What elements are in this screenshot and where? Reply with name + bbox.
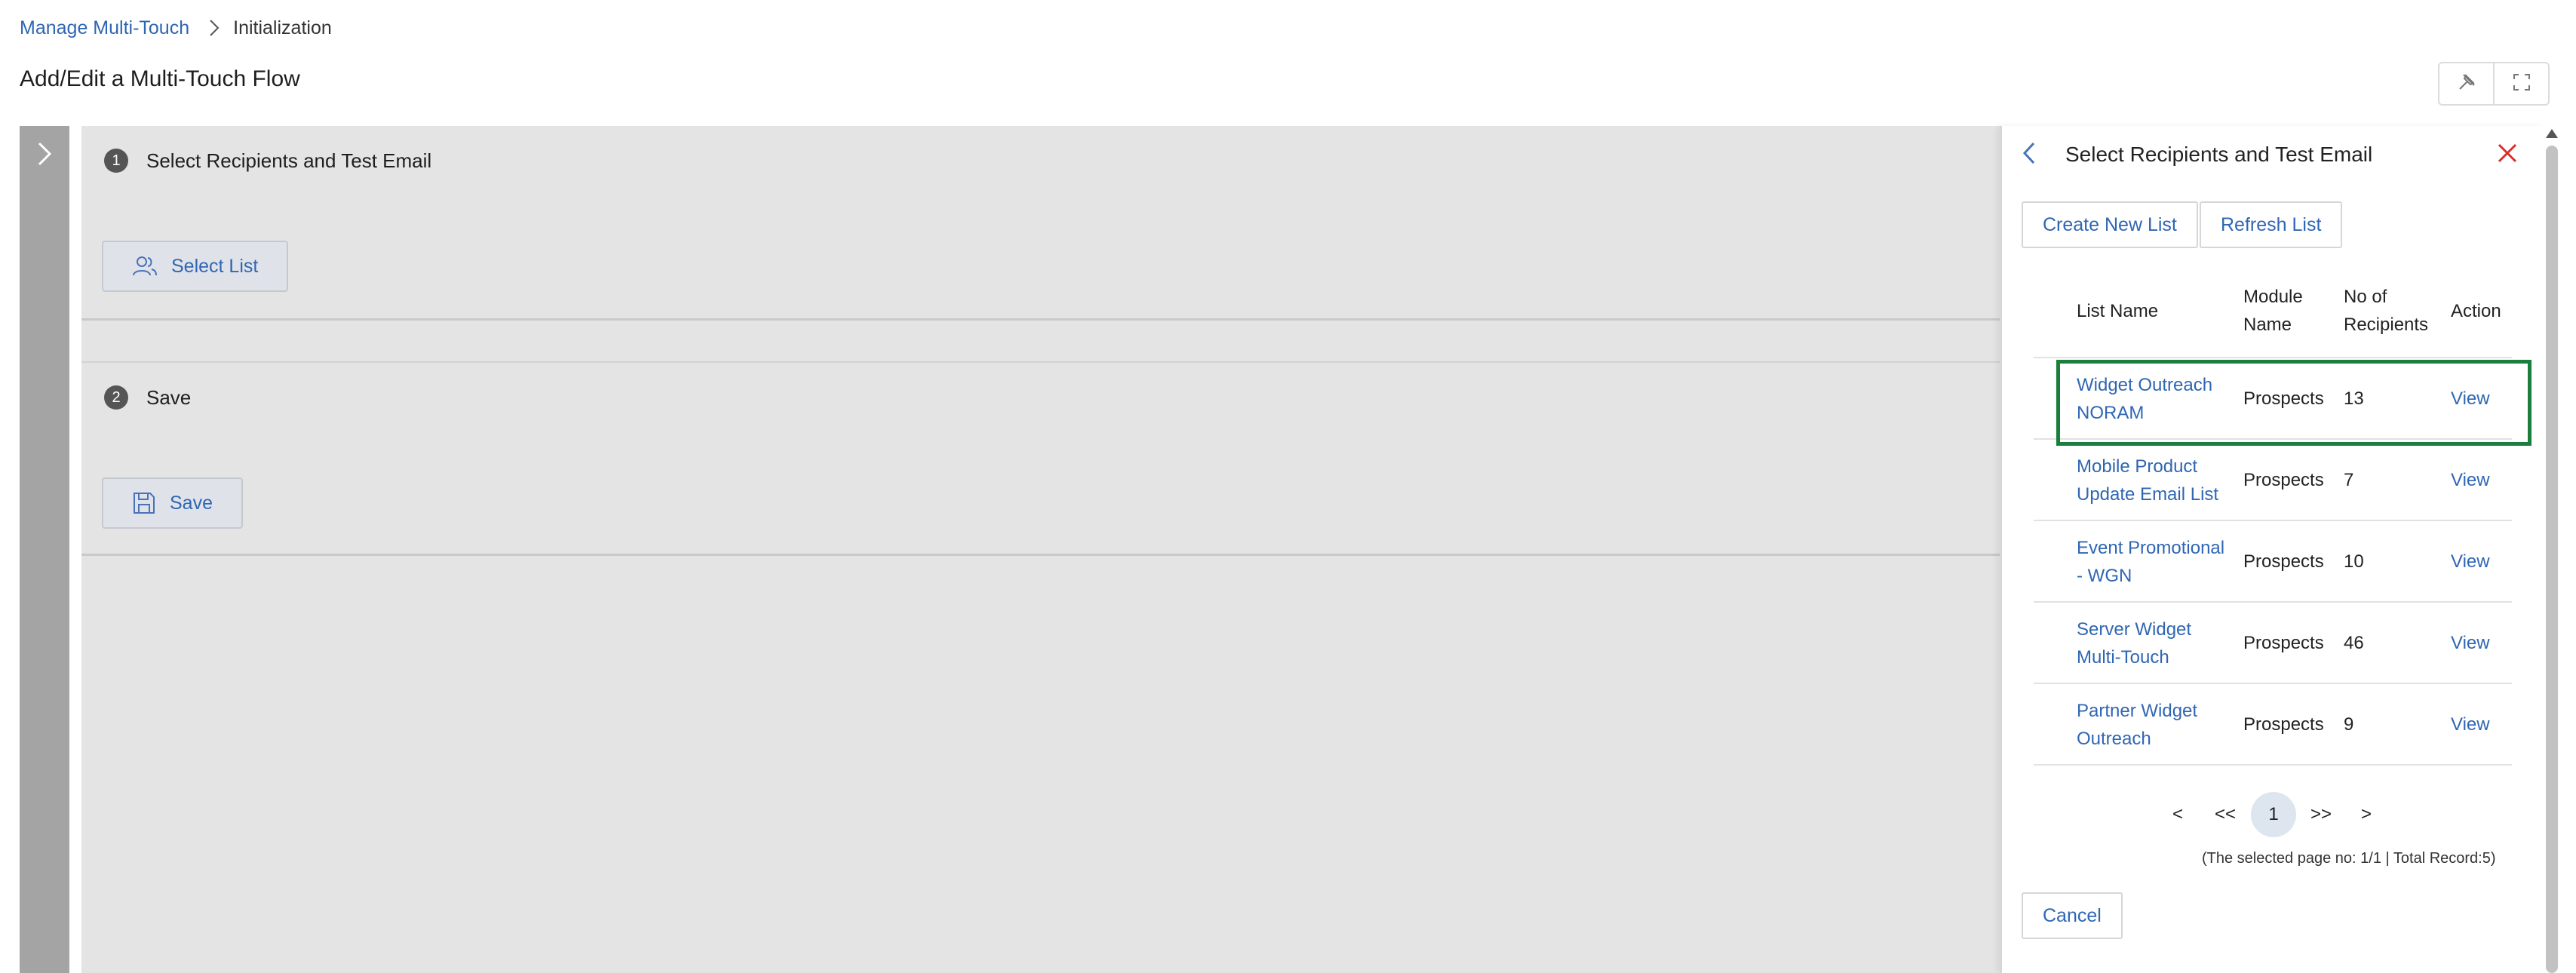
list-name-link[interactable]: Mobile Product Update Email List	[2077, 453, 2231, 508]
recipient-count: 13	[2344, 388, 2364, 409]
view-link[interactable]: View	[2451, 629, 2490, 657]
page-title: Add/Edit a Multi-Touch Flow	[20, 66, 300, 91]
column-header-line: No of	[2344, 287, 2387, 307]
panel-title: Select Recipients and Test Email	[2065, 143, 2373, 166]
breadcrumb: Manage Multi-Touch Initialization	[20, 15, 332, 41]
table-header: List Name Module Name No of Recipients A…	[2034, 277, 2512, 358]
refresh-list-button[interactable]: Refresh List	[2200, 201, 2343, 248]
save-button[interactable]: Save	[102, 477, 243, 529]
column-header-line: Name	[2243, 315, 2292, 335]
step-header: 2 Save	[104, 385, 191, 410]
recipient-count: 46	[2344, 633, 2364, 653]
list-name-line: Mobile Product	[2077, 456, 2198, 477]
close-icon	[2497, 143, 2518, 167]
step-number-badge: 1	[104, 149, 128, 173]
step-save: 2 Save Save	[81, 361, 2005, 556]
list-name-line: Server Widget	[2077, 619, 2192, 640]
step-title: Select Recipients and Test Email	[146, 149, 432, 172]
module-name: Prospects	[2243, 633, 2324, 653]
panel-scrollbar[interactable]	[2543, 126, 2564, 973]
pin-button[interactable]	[2439, 63, 2493, 104]
module-name: Prospects	[2243, 388, 2324, 409]
save-label: Save	[170, 492, 213, 514]
column-header-action: Action	[2451, 301, 2501, 321]
column-header-line: Module	[2243, 287, 2303, 307]
module-name: Prospects	[2243, 714, 2324, 735]
recipient-count: 9	[2344, 714, 2354, 735]
fullscreen-button[interactable]	[2493, 63, 2548, 104]
list-name-line: Partner Widget	[2077, 701, 2198, 721]
back-button[interactable]	[2014, 140, 2044, 170]
list-name-line: Event Promotional	[2077, 538, 2225, 558]
step-number-badge: 2	[104, 385, 128, 410]
list-name-link[interactable]: Partner Widget Outreach	[2077, 697, 2231, 753]
select-list-button[interactable]: Select List	[102, 241, 289, 292]
previous-page-button[interactable]: <	[2166, 792, 2189, 837]
recipients-list-table: List Name Module Name No of Recipients A…	[2034, 277, 2531, 766]
flow-workspace: 1 Select Recipients and Test Email Selec…	[81, 126, 2005, 973]
expand-rail-button[interactable]	[20, 137, 69, 174]
scroll-up-arrow-icon[interactable]	[2546, 129, 2558, 138]
first-page-button[interactable]: <<	[2210, 792, 2240, 837]
select-list-label: Select List	[171, 255, 259, 277]
view-link[interactable]: View	[2451, 385, 2490, 413]
cancel-button[interactable]: Cancel	[2022, 892, 2123, 939]
list-name-link[interactable]: Widget Outreach NORAM	[2077, 371, 2231, 427]
step-header: 1 Select Recipients and Test Email	[104, 149, 431, 173]
side-rail	[20, 126, 69, 973]
list-name-link[interactable]: Server Widget Multi-Touch	[2077, 615, 2231, 671]
table-row[interactable]: Mobile Product Update Email List Prospec…	[2034, 440, 2512, 521]
current-page-button[interactable]: 1	[2251, 792, 2296, 837]
create-new-list-button[interactable]: Create New List	[2022, 201, 2198, 248]
expand-icon	[2512, 72, 2531, 96]
pagination: < << 1 >> >	[2002, 792, 2545, 837]
breadcrumb-current: Initialization	[233, 17, 332, 38]
pin-icon	[2457, 72, 2476, 96]
step-select-recipients: 1 Select Recipients and Test Email Selec…	[81, 126, 2005, 321]
chevron-right-icon	[209, 19, 220, 37]
view-link[interactable]: View	[2451, 466, 2490, 494]
recipient-count: 7	[2344, 470, 2354, 490]
close-button[interactable]	[2492, 140, 2522, 170]
list-name-line: Multi-Touch	[2077, 647, 2169, 668]
column-header-list-name: List Name	[2077, 301, 2159, 321]
scrollbar-thumb[interactable]	[2546, 146, 2558, 973]
module-name: Prospects	[2243, 551, 2324, 572]
step-title: Save	[146, 385, 192, 409]
column-header-recipients: No of Recipients	[2344, 283, 2428, 339]
select-recipients-panel: Select Recipients and Test Email Create …	[2000, 126, 2543, 973]
last-page-button[interactable]: >>	[2304, 792, 2338, 837]
list-name-line: - WGN	[2077, 566, 2132, 586]
column-header-module-name: Module Name	[2243, 283, 2303, 339]
next-page-button[interactable]: >	[2355, 792, 2378, 837]
table-row[interactable]: Widget Outreach NORAM Prospects 13 View	[2034, 358, 2531, 446]
list-name-link[interactable]: Event Promotional - WGN	[2077, 534, 2231, 590]
chevron-left-icon	[2022, 141, 2036, 169]
column-header-line: Recipients	[2344, 315, 2429, 335]
chevron-right-icon	[37, 141, 52, 170]
list-name-line: Outreach	[2077, 729, 2151, 749]
view-link[interactable]: View	[2451, 711, 2490, 738]
top-actions	[2438, 62, 2550, 106]
save-icon	[132, 491, 156, 515]
pagination-info: (The selected page no: 1/1 | Total Recor…	[2202, 850, 2496, 867]
breadcrumb-link-manage-multi-touch[interactable]: Manage Multi-Touch	[20, 17, 189, 39]
list-name-line: NORAM	[2077, 403, 2145, 423]
table-row[interactable]: Partner Widget Outreach Prospects 9 View	[2034, 684, 2512, 766]
table-row[interactable]: Event Promotional - WGN Prospects 10 Vie…	[2034, 521, 2512, 603]
view-link[interactable]: View	[2451, 548, 2490, 576]
list-name-line: Update Email List	[2077, 484, 2219, 505]
module-name: Prospects	[2243, 470, 2324, 490]
list-name-line: Widget Outreach	[2077, 375, 2213, 395]
users-icon	[132, 256, 158, 277]
recipient-count: 10	[2344, 551, 2364, 572]
table-row[interactable]: Server Widget Multi-Touch Prospects 46 V…	[2034, 603, 2512, 684]
